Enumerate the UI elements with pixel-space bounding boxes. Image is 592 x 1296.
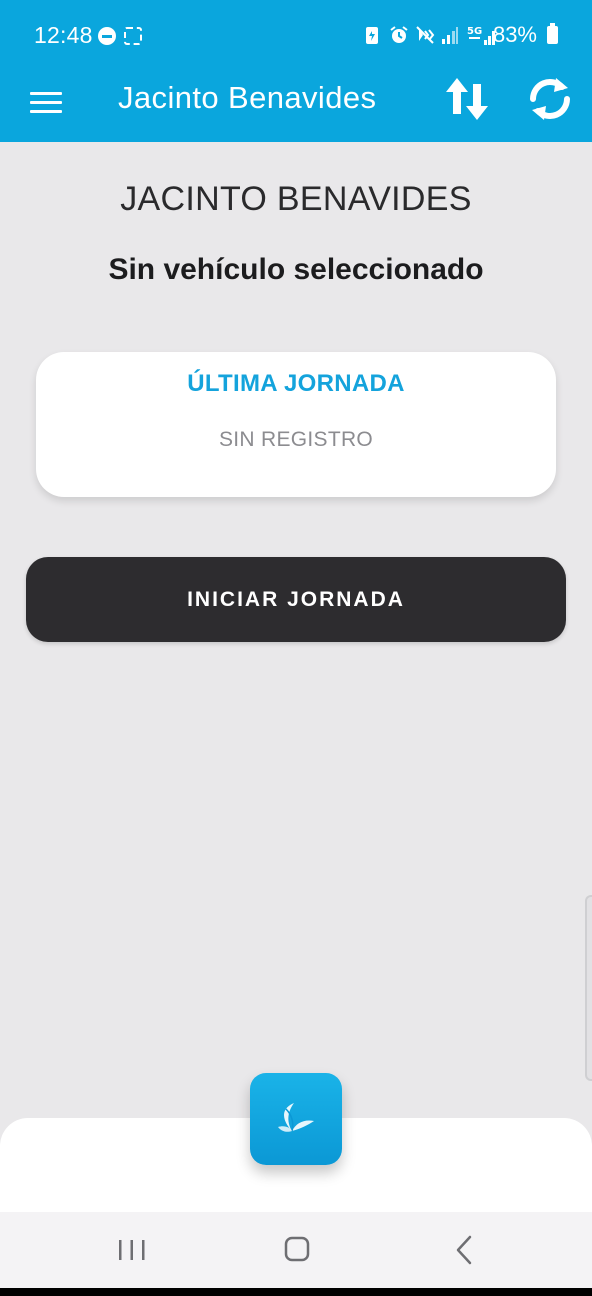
alarm-icon xyxy=(389,25,408,45)
app-logo-button[interactable] xyxy=(250,1073,342,1165)
edge-panel-handle[interactable] xyxy=(585,895,592,1081)
back-icon[interactable] xyxy=(444,1230,484,1270)
battery-percent: 83% xyxy=(492,22,537,47)
status-bar: 12:48 5G 83% xyxy=(0,0,592,70)
last-shift-card: ÚLTIMA JORNADA SIN REGISTRO xyxy=(36,352,556,497)
hamburger-menu-icon[interactable] xyxy=(22,78,70,126)
signal-icon xyxy=(441,25,459,45)
svg-text:5G: 5G xyxy=(467,26,482,37)
app-bar: Jacinto Benavides xyxy=(0,70,592,142)
start-shift-button[interactable]: INICIAR JORNADA xyxy=(26,557,566,642)
app-logo-icon xyxy=(278,1103,314,1132)
top-bar: 12:48 5G 83% Jacinto Benavides xyxy=(0,0,592,142)
status-icons: 5G 83% xyxy=(363,22,558,48)
battery-saver-icon xyxy=(363,25,381,45)
do-not-disturb-icon xyxy=(98,27,116,45)
last-shift-value: SIN REGISTRO xyxy=(218,428,374,451)
status-time: 12:48 xyxy=(34,22,93,48)
vibrate-icon xyxy=(415,25,435,45)
recent-apps-icon[interactable] xyxy=(108,1234,156,1266)
driver-name: JACINTO BENAVIDES xyxy=(120,180,472,218)
app-bar-title: Jacinto Benavides xyxy=(118,80,377,115)
refresh-icon[interactable] xyxy=(524,72,576,126)
home-icon[interactable] xyxy=(272,1230,322,1270)
battery-icon xyxy=(547,23,558,44)
screen-bottom-edge xyxy=(0,1288,592,1296)
last-shift-title: ÚLTIMA JORNADA xyxy=(187,370,405,397)
system-nav-bar xyxy=(0,1212,592,1288)
sync-arrows-icon[interactable] xyxy=(442,74,492,124)
app-screen: 12:48 5G 83% Jacinto Benavides JACINTO B… xyxy=(0,0,592,1296)
vehicle-status: Sin vehículo seleccionado xyxy=(108,253,484,286)
5g-signal-icon: 5G xyxy=(467,25,495,45)
screen-capture-icon xyxy=(124,27,142,45)
